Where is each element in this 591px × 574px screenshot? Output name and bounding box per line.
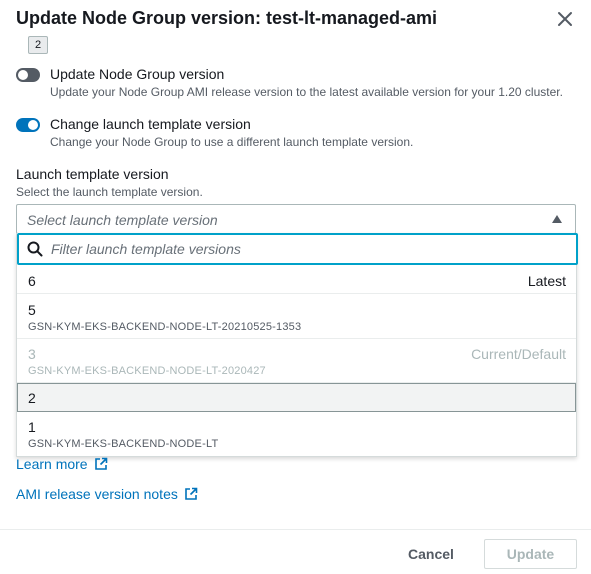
version-option-label: 3: [28, 346, 36, 362]
version-option-description: GSN-KYM-EKS-BACKEND-NODE-LT-2020427: [28, 365, 266, 377]
change-launch-template-toggle[interactable]: [16, 118, 40, 132]
toggle-knob: [28, 120, 38, 130]
version-option-label: 2: [28, 390, 36, 406]
version-option-3: 3 Current/Default GSN-KYM-EKS-BACKEND-NO…: [17, 339, 576, 383]
search-icon: [27, 241, 43, 257]
ami-release-notes-link[interactable]: AMI release version notes: [16, 486, 198, 502]
ami-release-notes-label: AMI release version notes: [16, 486, 178, 502]
learn-more-link[interactable]: Learn more: [16, 456, 108, 472]
modal-header: Update Node Group version: test-lt-manag…: [0, 0, 591, 40]
version-option-label: 6: [28, 273, 36, 289]
update-node-group-description: Update your Node Group AMI release versi…: [50, 85, 563, 99]
learn-more-label: Learn more: [16, 456, 88, 472]
launch-template-version-dropdown: 6 Latest 5 GSN-KYM-EKS-BACKEND-NODE-LT-2…: [16, 233, 578, 457]
version-option-label: 1: [28, 419, 36, 435]
launch-template-version-description: Select the launch template version.: [16, 185, 203, 199]
filter-field[interactable]: [17, 233, 578, 265]
version-option-description: GSN-KYM-EKS-BACKEND-NODE-LT: [28, 438, 219, 450]
tooltip-badge: 2: [28, 36, 48, 54]
filter-input[interactable]: [51, 239, 551, 259]
external-link-icon: [94, 457, 107, 470]
update-node-group-modal: Update Node Group version: test-lt-manag…: [0, 0, 591, 574]
update-button: Update: [484, 539, 577, 569]
version-option-2[interactable]: 2: [17, 383, 576, 412]
change-launch-template-label: Change launch template version: [50, 116, 251, 132]
footer-divider: [0, 529, 591, 530]
version-option-1[interactable]: 1 GSN-KYM-EKS-BACKEND-NODE-LT: [17, 412, 576, 456]
caret-up-icon: [552, 215, 562, 223]
version-option-5[interactable]: 5 GSN-KYM-EKS-BACKEND-NODE-LT-20210525-1…: [17, 294, 576, 339]
version-option-tag: Current/Default: [471, 346, 566, 362]
cancel-button[interactable]: Cancel: [401, 540, 461, 568]
close-icon: [558, 12, 572, 26]
toggle-knob: [18, 70, 28, 80]
version-option-description: GSN-KYM-EKS-BACKEND-NODE-LT-20210525-135…: [28, 321, 302, 333]
update-node-group-label: Update Node Group version: [50, 66, 225, 82]
version-options-list: 6 Latest 5 GSN-KYM-EKS-BACKEND-NODE-LT-2…: [17, 265, 576, 456]
close-button[interactable]: [553, 7, 577, 31]
external-link-icon: [185, 487, 198, 500]
update-node-group-toggle[interactable]: [16, 68, 40, 82]
launch-template-version-label: Launch template version: [16, 166, 169, 182]
version-option-label: 5: [28, 302, 36, 318]
modal-title: Update Node Group version: test-lt-manag…: [16, 8, 438, 28]
select-placeholder: Select launch template version: [27, 212, 218, 228]
version-option-tag: Latest: [527, 273, 566, 289]
version-option-6[interactable]: 6 Latest: [17, 265, 576, 294]
change-launch-template-description: Change your Node Group to use a differen…: [50, 135, 414, 149]
launch-template-version-select[interactable]: Select launch template version: [16, 204, 576, 234]
